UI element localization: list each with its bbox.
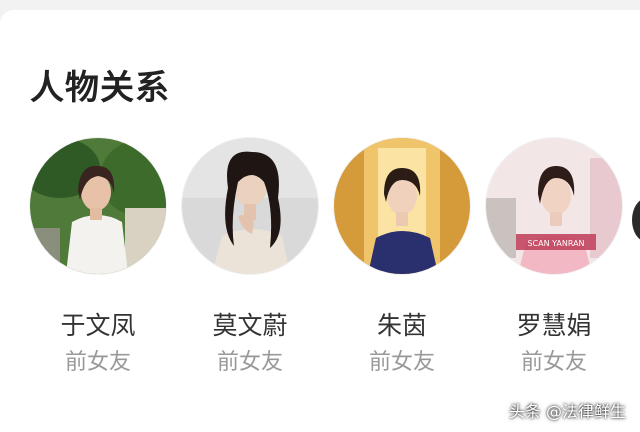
next-avatar-peek[interactable] [632,198,640,242]
avatar[interactable] [334,138,470,274]
avatar[interactable] [30,138,166,274]
avatar[interactable]: SCAN YANRAN [486,138,622,274]
portrait-photo-icon [30,138,166,274]
person-card-3[interactable]: 朱茵 前女友 [332,138,472,378]
watermark: 头条 @法律鲜生 [508,402,626,421]
section-title: 人物关系 [30,68,170,108]
portrait-photo-icon: SCAN YANRAN [486,138,622,274]
avatar[interactable] [182,138,318,274]
portrait-photo-icon [334,138,470,274]
photo-caption: SCAN YANRAN [527,239,584,248]
person-relation: 前女友 [64,350,131,375]
person-name: 于文凤 [60,311,136,340]
person-relation: 前女友 [520,350,587,375]
portrait-photo-icon [182,138,318,274]
person-name: 罗慧娟 [516,311,592,340]
person-name: 莫文蔚 [212,311,288,340]
relations-card: 人物关系 于文凤 前女友 莫文蔚 前女友 朱茵 前女友 SCAN YANRAN … [0,10,640,432]
person-name: 朱茵 [376,311,427,340]
person-relation: 前女友 [216,350,283,375]
person-card-4[interactable]: SCAN YANRAN 罗慧娟 前女友 [484,138,624,378]
person-card-1[interactable]: 于文凤 前女友 [28,138,168,378]
person-relation: 前女友 [368,350,435,375]
person-card-2[interactable]: 莫文蔚 前女友 [180,138,320,378]
